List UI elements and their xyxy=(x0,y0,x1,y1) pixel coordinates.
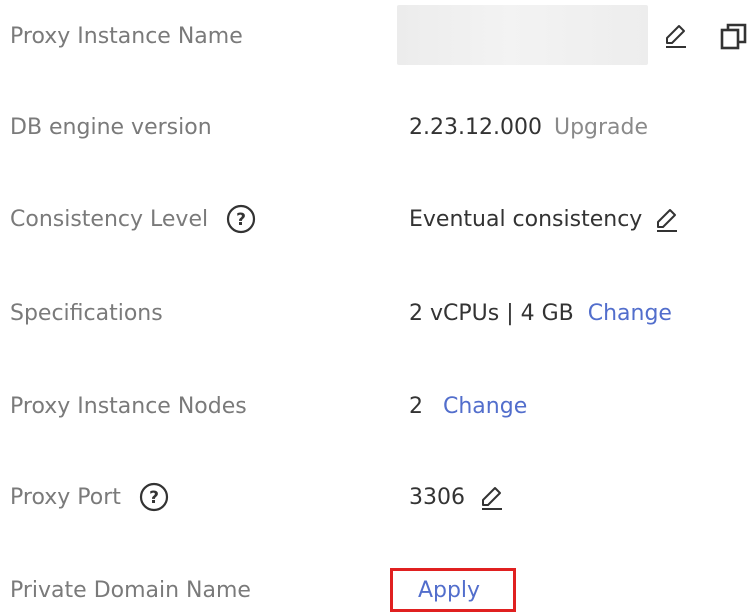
apply-highlight-box: Apply xyxy=(390,568,516,612)
db-engine-version-value: 2.23.12.000 xyxy=(409,114,542,140)
edit-port-icon[interactable] xyxy=(479,484,505,510)
edit-consistency-icon[interactable] xyxy=(654,206,680,232)
proxy-info-panel: Proxy Instance Name DB engine version 2.… xyxy=(0,0,754,615)
proxy-port-label: Proxy Port xyxy=(10,484,121,510)
svg-text:?: ? xyxy=(149,488,159,508)
row-specifications: Specifications 2 vCPUs | 4 GB Change xyxy=(0,288,754,338)
row-consistency-level: Consistency Level ? Eventual consistency xyxy=(0,194,754,244)
question-circle-icon[interactable]: ? xyxy=(226,204,256,234)
apply-link[interactable]: Apply xyxy=(418,578,480,603)
question-circle-icon[interactable]: ? xyxy=(139,482,169,512)
row-private-domain-name: Private Domain Name xyxy=(0,565,754,615)
change-specifications-link[interactable]: Change xyxy=(588,301,672,326)
specifications-label: Specifications xyxy=(10,300,163,326)
proxy-instance-nodes-value-group: 2 Change xyxy=(409,394,527,419)
copy-icon[interactable] xyxy=(720,22,748,50)
consistency-level-value: Eventual consistency xyxy=(409,206,643,232)
specifications-value: 2 vCPUs | 4 GB xyxy=(409,300,574,326)
proxy-port-value-group: 3306 xyxy=(409,484,505,510)
proxy-port-label-group: Proxy Port ? xyxy=(10,482,169,512)
edit-name-icon[interactable] xyxy=(663,22,689,48)
consistency-level-label: Consistency Level xyxy=(10,206,209,232)
row-proxy-port: Proxy Port ? 3306 xyxy=(0,472,754,522)
consistency-level-value-group: Eventual consistency xyxy=(409,206,680,232)
proxy-instance-nodes-label: Proxy Instance Nodes xyxy=(10,393,247,419)
proxy-port-value: 3306 xyxy=(409,484,465,510)
upgrade-link[interactable]: Upgrade xyxy=(554,115,648,140)
db-engine-version-value-group: 2.23.12.000 Upgrade xyxy=(409,115,648,140)
consistency-level-label-group: Consistency Level ? xyxy=(10,204,256,234)
row-proxy-instance-nodes: Proxy Instance Nodes 2 Change xyxy=(0,381,754,431)
row-db-engine-version: DB engine version 2.23.12.000 Upgrade xyxy=(0,102,754,152)
db-engine-version-label: DB engine version xyxy=(10,114,212,140)
change-nodes-link[interactable]: Change xyxy=(443,394,527,419)
proxy-instance-name-value xyxy=(397,5,648,65)
private-domain-name-label: Private Domain Name xyxy=(10,577,251,603)
specifications-value-group: 2 vCPUs | 4 GB Change xyxy=(409,301,672,326)
proxy-instance-name-label: Proxy Instance Name xyxy=(10,23,243,49)
svg-text:?: ? xyxy=(236,210,246,230)
proxy-instance-nodes-value: 2 xyxy=(409,393,423,419)
